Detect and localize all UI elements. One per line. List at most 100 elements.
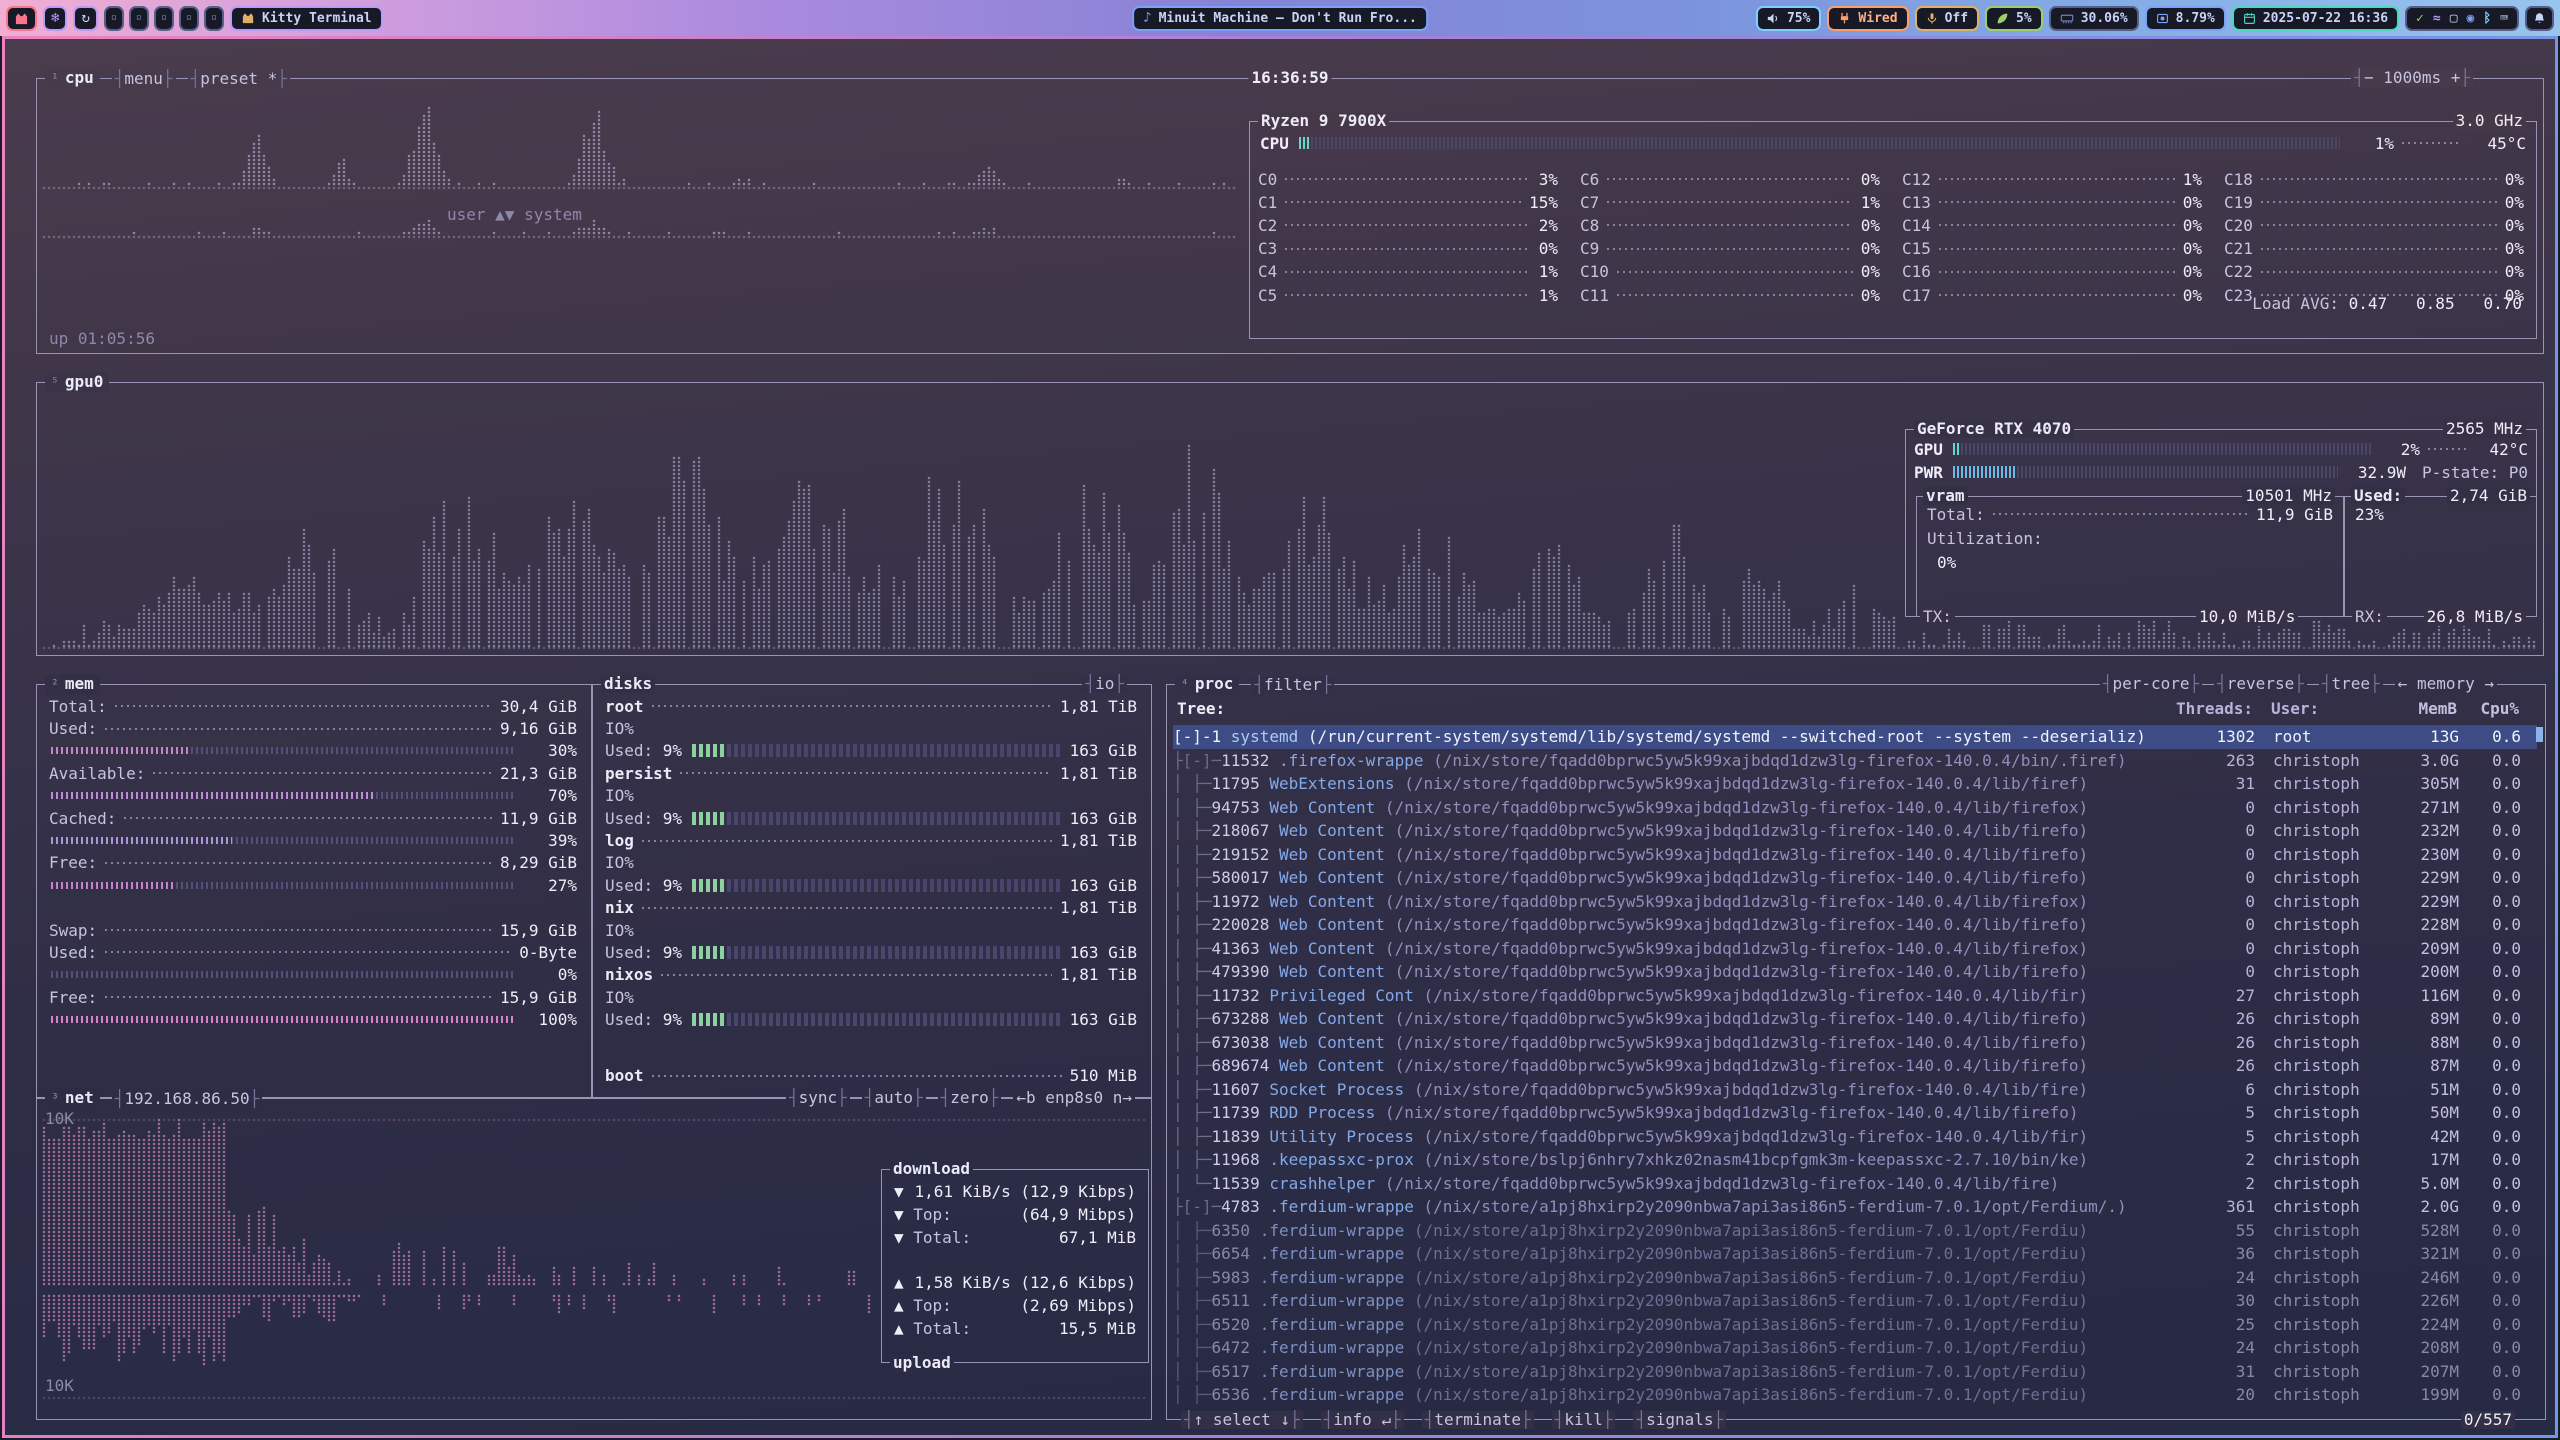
cpu-core-row: C51% (1258, 284, 1558, 306)
refresh-interval-control[interactable]: − 1000ms + (2351, 69, 2473, 87)
record-icon[interactable]: ◉ (2467, 12, 2475, 25)
process-row[interactable]: │ ├─11607 Socket Process (/nix/store/fqa… (1173, 1078, 2537, 1102)
kitty-terminal-window-button[interactable]: Kitty Terminal (230, 6, 383, 31)
tab-menu[interactable]: menu (112, 70, 176, 88)
workspace-button[interactable]: ▫ (129, 6, 149, 31)
footer-info[interactable]: info ↵ (1321, 1411, 1404, 1429)
process-row[interactable]: │ ├─6350 .ferdium-wrappe (/nix/store/a1p… (1173, 1219, 2537, 1243)
cpu-core-row: C160% (1902, 261, 2202, 283)
process-row[interactable]: │ ├─11732 Privileged Cont (/nix/store/fq… (1173, 984, 2537, 1008)
process-row[interactable]: │ ├─673288 Web Content (/nix/store/fqadd… (1173, 1007, 2537, 1031)
proc-scrollbar-thumb[interactable] (2536, 727, 2543, 742)
cpu-box: ¹cpu menu preset * 16:36:59 − 1000ms + u… (36, 78, 2544, 354)
mem-stat-row: Free:8,29 GiB (49, 852, 577, 874)
net-interface-switcher[interactable]: ←b enp8s0 n→ (1013, 1089, 1135, 1107)
tab-tree[interactable]: tree (2319, 675, 2383, 693)
network-button[interactable]: Wired (1827, 6, 1908, 31)
process-row[interactable]: │ ├─580017 Web Content (/nix/store/fqadd… (1173, 866, 2537, 890)
process-row[interactable]: │ ├─219152 Web Content (/nix/store/fqadd… (1173, 843, 2537, 867)
process-row[interactable]: │ ├─6520 .ferdium-wrappe (/nix/store/a1p… (1173, 1313, 2537, 1337)
uptime-label: up 01:05:56 (49, 329, 155, 348)
header-tree[interactable]: Tree: (1177, 699, 2169, 718)
tab-preset[interactable]: preset * (188, 70, 290, 88)
volume-button[interactable]: 75% (1756, 6, 1821, 31)
keyboard-icon[interactable]: ⌨ (2500, 12, 2508, 25)
check-icon[interactable]: ✓ (2416, 12, 2424, 25)
bluetooth-icon[interactable]: ᛒ (2483, 12, 2491, 25)
cpu-frequency-label: 3.0 GHz (2453, 112, 2526, 130)
tab-auto[interactable]: auto (862, 1089, 926, 1107)
memory-usage-button[interactable]: 30.06% (2049, 6, 2139, 31)
process-row[interactable]: ├[-]─11532 .firefox-wrappe (/nix/store/f… (1173, 749, 2537, 773)
process-row[interactable]: │ ├─11968 .keepassxc-prox (/nix/store/bs… (1173, 1148, 2537, 1172)
footer-signals[interactable]: signals (1633, 1411, 1726, 1429)
process-row[interactable]: │ ├─6472 .ferdium-wrappe (/nix/store/a1p… (1173, 1336, 2537, 1360)
proc-box-number: ⁴ (1178, 678, 1192, 693)
cpu-core-row: C115% (1258, 191, 1558, 213)
disks-box: disks io root1,81 TiBIO%Used: 9%163 GiBp… (592, 684, 1152, 1098)
process-row[interactable]: │ ├─673038 Web Content (/nix/store/fqadd… (1173, 1031, 2537, 1055)
refresh-button[interactable]: ↻ (73, 6, 97, 31)
workspace-button[interactable]: ▫ (204, 6, 224, 31)
tab-reverse[interactable]: reverse (2214, 675, 2307, 693)
tab-sync[interactable]: sync (786, 1089, 850, 1107)
process-row[interactable]: [-]-1 systemd (/run/current-system/syste… (1173, 725, 2537, 749)
tab-io[interactable]: io (1082, 675, 1127, 693)
footer-select[interactable]: ↑ select ↓ (1181, 1411, 1303, 1429)
disk-used-row: Used: 9%163 GiB (605, 941, 1137, 963)
footer-kill[interactable]: kill (1552, 1411, 1616, 1429)
cpu-total-temp: 45°C (2470, 134, 2526, 153)
process-row[interactable]: │ ├─11739 RDD Process (/nix/store/fqadd0… (1173, 1101, 2537, 1125)
process-row[interactable]: │ ├─41363 Web Content (/nix/store/fqadd0… (1173, 937, 2537, 961)
workspace-button[interactable]: ▫ (179, 6, 199, 31)
cpu-core-row: C100% (1580, 261, 1880, 283)
proc-rows: [-]-1 systemd (/run/current-system/syste… (1173, 725, 2537, 1407)
header-threads[interactable]: Threads: (2169, 699, 2253, 718)
disk-name-row: persist1,81 TiB (605, 762, 1137, 784)
mem-stat-row: Used:9,16 GiB (49, 717, 577, 739)
process-row[interactable]: │ ├─6536 .ferdium-wrappe (/nix/store/a1p… (1173, 1383, 2537, 1407)
wave-icon[interactable]: ≈ (2433, 12, 2441, 25)
process-row[interactable]: │ ├─6517 .ferdium-wrappe (/nix/store/a1p… (1173, 1360, 2537, 1384)
mic-button[interactable]: Off (1915, 6, 1979, 31)
process-row[interactable]: │ ├─94753 Web Content (/nix/store/fqadd0… (1173, 796, 2537, 820)
process-row[interactable]: │ ├─479390 Web Content (/nix/store/fqadd… (1173, 960, 2537, 984)
process-row[interactable]: ├[-]─4783 .ferdium-wrappe (/nix/store/a1… (1173, 1195, 2537, 1219)
clock-button[interactable]: 2025-07-22 16:36 (2232, 6, 2399, 31)
mem-meter (51, 747, 515, 754)
process-row[interactable]: │ ├─11795 WebExtensions (/nix/store/fqad… (1173, 772, 2537, 796)
vram-total-label: Total: (1927, 505, 1985, 524)
tab-zero[interactable]: zero (938, 1089, 1002, 1107)
disk-usage-button[interactable]: 8.79% (2145, 6, 2226, 31)
header-memb[interactable]: MemB (2381, 699, 2457, 718)
cpu-usage-button[interactable]: 5% (1985, 6, 2043, 31)
cpu-core-row: C41% (1258, 261, 1558, 283)
process-row[interactable]: │ ├─5983 .ferdium-wrappe (/nix/store/a1p… (1173, 1266, 2537, 1290)
kitty-launcher-button[interactable] (6, 6, 37, 31)
header-cpu[interactable]: Cpu% (2457, 699, 2535, 718)
process-row[interactable]: │ └─11539 crashhelper (/nix/store/fqadd0… (1173, 1172, 2537, 1196)
process-row[interactable]: │ ├─218067 Web Content (/nix/store/fqadd… (1173, 819, 2537, 843)
gpu-box-number: ⁵ (48, 376, 62, 391)
header-user[interactable]: User: (2253, 699, 2381, 718)
notification-bell-button[interactable] (2525, 6, 2554, 31)
tab-per-core[interactable]: per-core (2100, 675, 2202, 693)
nix-button[interactable]: ❄ (43, 6, 67, 31)
process-row[interactable]: │ ├─11972 Web Content (/nix/store/fqadd0… (1173, 890, 2537, 914)
disk-used-meter (692, 879, 1060, 892)
vram-used-label: Used: (2351, 487, 2405, 505)
sort-column-selector[interactable]: ← memory → (2395, 675, 2497, 693)
process-row[interactable]: │ ├─689674 Web Content (/nix/store/fqadd… (1173, 1054, 2537, 1078)
tab-filter[interactable]: filter (1251, 676, 1334, 694)
cpu-core-row: C121% (1902, 168, 2202, 190)
workspace-button[interactable]: ▫ (104, 6, 124, 31)
process-row[interactable]: │ ├─11839 Utility Process (/nix/store/fq… (1173, 1125, 2537, 1149)
music-player-button[interactable]: ♪ Minuit Machine – Don't Run Fro... (1132, 6, 1428, 31)
footer-terminate[interactable]: terminate (1422, 1411, 1534, 1429)
workspace-button[interactable]: ▫ (154, 6, 174, 31)
net-box-title: net (62, 1088, 97, 1107)
process-row[interactable]: │ ├─6511 .ferdium-wrappe (/nix/store/a1p… (1173, 1289, 2537, 1313)
process-row[interactable]: │ ├─220028 Web Content (/nix/store/fqadd… (1173, 913, 2537, 937)
clipboard-icon[interactable]: ▢ (2450, 12, 2458, 25)
process-row[interactable]: │ ├─6654 .ferdium-wrappe (/nix/store/a1p… (1173, 1242, 2537, 1266)
